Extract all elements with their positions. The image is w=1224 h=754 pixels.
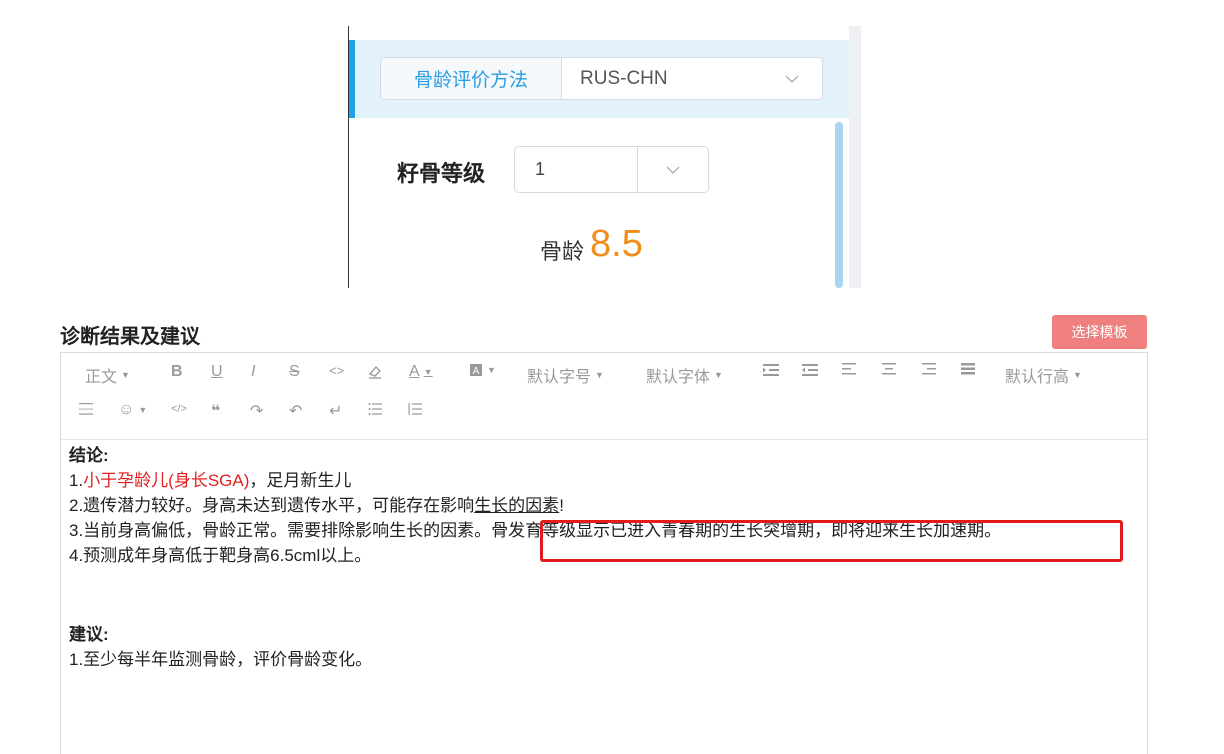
chevron-down-icon[interactable] xyxy=(638,147,708,192)
bone-age-value: 8.5 xyxy=(590,223,643,265)
grade-value[interactable]: 1 xyxy=(515,147,638,192)
editor-toolbar: 正文 ▼ B U I S <> A ▼ A ▼ 默认字号 ▼ 默认字体 ▼ 默认… xyxy=(61,353,1147,440)
panel-scroll-track xyxy=(849,26,861,288)
font-family-dropdown[interactable]: 默认字体 ▼ xyxy=(646,363,723,387)
method-select[interactable]: 骨龄评价方法 RUS-CHN xyxy=(380,57,823,100)
line2-end: ! xyxy=(559,496,564,515)
line-height-label: 默认行高 xyxy=(1005,369,1070,386)
font-color-icon[interactable]: A ▼ xyxy=(409,363,433,381)
indent-icon[interactable] xyxy=(763,363,779,377)
method-row: 骨龄评价方法 RUS-CHN xyxy=(349,40,849,118)
sesamoid-grade-select[interactable]: 1 xyxy=(514,146,709,193)
line2-text: 2.遗传潜力较好。身高未达到遗传水平，可能存在影响 xyxy=(69,496,475,515)
html-code-icon[interactable]: </> xyxy=(171,403,187,415)
font-size-dropdown[interactable]: 默认字号 ▼ xyxy=(527,363,604,387)
justify-icon[interactable] xyxy=(961,363,975,375)
font-family-label: 默认字体 xyxy=(646,369,711,386)
section-title: 诊断结果及建议 xyxy=(60,326,200,348)
italic-icon[interactable]: I xyxy=(251,363,255,381)
conclusion-heading: 结论: xyxy=(69,446,109,465)
outdent-icon[interactable] xyxy=(802,363,818,377)
font-size-label: 默认字号 xyxy=(527,369,592,386)
align-center-icon[interactable] xyxy=(882,363,896,375)
line1-highlight-text: 小于孕龄儿(身长SGA) xyxy=(83,471,250,490)
align-left-icon[interactable] xyxy=(842,363,856,375)
line2-underlined-text: 生长的因素 xyxy=(474,496,560,515)
conclusion-line-2: 2.遗传潜力较好。身高未达到遗传水平，可能存在影响生长的因素! xyxy=(69,493,1139,518)
red-highlight-box xyxy=(540,520,1123,562)
paragraph-style-label: 正文 xyxy=(85,369,118,386)
sesamoid-grade-label: 籽骨等级 xyxy=(397,161,486,186)
bold-icon[interactable]: B xyxy=(171,363,183,381)
emoji-icon[interactable]: ☺ ▼ xyxy=(118,401,147,419)
method-value[interactable]: RUS-CHN xyxy=(562,58,762,99)
method-label: 骨龄评价方法 xyxy=(381,58,562,99)
bone-age-label: 骨龄 xyxy=(540,239,585,264)
align-right-icon[interactable] xyxy=(922,363,936,375)
conclusion-line-1: 1.小于孕龄儿(身长SGA)，足月新生儿 xyxy=(69,468,1139,493)
active-accent-bar xyxy=(349,40,355,118)
divider-icon[interactable] xyxy=(79,403,93,415)
advice-heading: 建议: xyxy=(69,625,109,644)
svg-text:A: A xyxy=(473,366,480,377)
code-icon[interactable]: <> xyxy=(329,363,344,378)
bulleted-list-icon[interactable] xyxy=(368,403,382,415)
line-break-icon[interactable]: ↵ xyxy=(329,401,342,421)
background-color-icon[interactable]: A ▼ xyxy=(469,363,496,377)
bone-age-panel: 骨龄评价方法 RUS-CHN 籽骨等级 1 骨龄 8.5 xyxy=(348,26,861,288)
quote-icon[interactable]: ❝ xyxy=(211,401,220,421)
paragraph-style-dropdown[interactable]: 正文 ▼ xyxy=(85,363,130,387)
line-height-dropdown[interactable]: 默认行高 ▼ xyxy=(1005,363,1082,387)
numbered-list-icon[interactable] xyxy=(408,403,422,415)
select-template-button[interactable]: 选择模板 xyxy=(1052,315,1147,349)
eraser-icon[interactable] xyxy=(367,363,383,379)
strikethrough-icon[interactable]: S xyxy=(289,363,300,381)
line1-prefix: 1. xyxy=(69,471,84,490)
chevron-down-icon[interactable] xyxy=(762,58,822,99)
redo-icon[interactable]: ↷ xyxy=(250,401,263,421)
undo-icon[interactable]: ↶ xyxy=(289,401,302,421)
underline-icon[interactable]: U xyxy=(211,363,223,381)
line1-rest: ，足月新生儿 xyxy=(249,471,352,490)
advice-line-1: 1.至少每半年监测骨龄，评价骨龄变化。 xyxy=(69,650,373,669)
line3-text: 3.当前身高偏低，骨龄正常。需要排除影响生长的因素。 xyxy=(69,521,492,540)
panel-scrollbar[interactable] xyxy=(835,122,843,288)
